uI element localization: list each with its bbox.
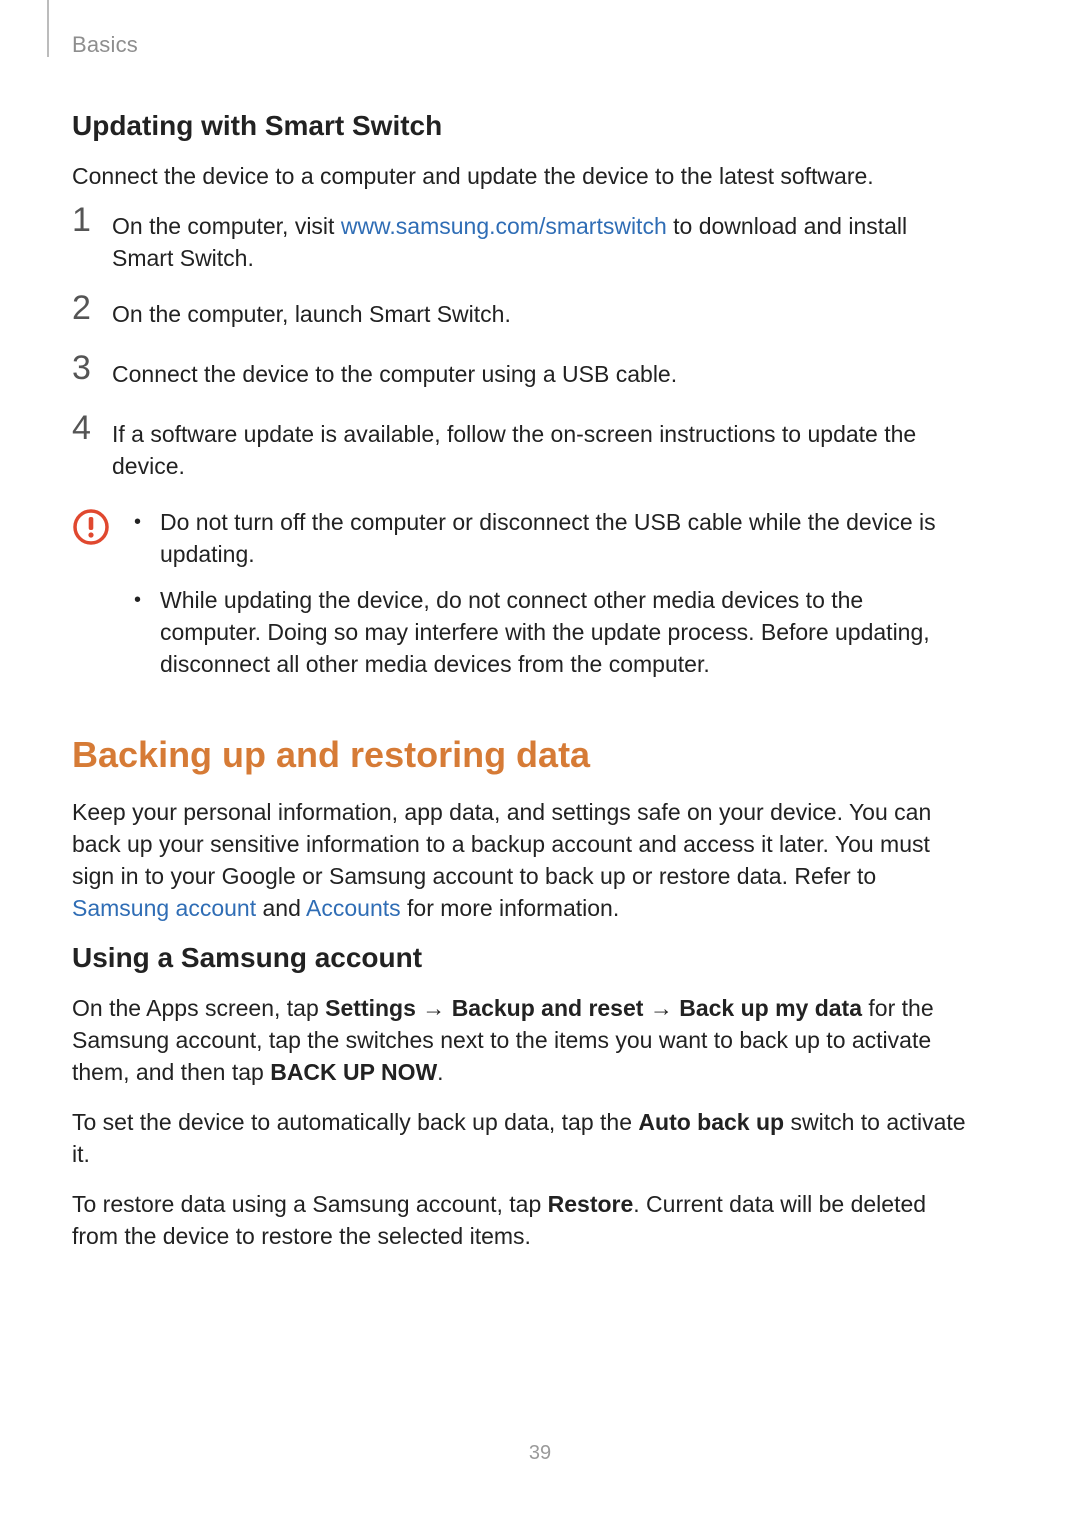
- ui-path-back-up-my-data: Back up my data: [679, 995, 862, 1021]
- heading-using-samsung-account: Using a Samsung account: [72, 942, 970, 974]
- accounts-link[interactable]: Accounts: [306, 895, 401, 921]
- header-accent-rule: [47, 0, 49, 57]
- sa1-text-a: On the Apps screen, tap: [72, 995, 325, 1021]
- page-content: Updating with Smart Switch Connect the d…: [72, 30, 970, 1252]
- sa1-text-c: .: [437, 1059, 443, 1085]
- heading-updating-smart-switch: Updating with Smart Switch: [72, 110, 970, 142]
- paragraph-smartswitch-intro: Connect the device to a computer and upd…: [72, 160, 970, 192]
- backup-intro-text-b: and: [256, 895, 306, 921]
- ui-path-restore: Restore: [548, 1191, 634, 1217]
- step-2: On the computer, launch Smart Switch.: [72, 298, 970, 334]
- caution-item-2: While updating the device, do not connec…: [140, 584, 970, 680]
- paragraph-samsung-2: To set the device to automatically back …: [72, 1106, 970, 1170]
- backup-intro-text-c: for more information.: [401, 895, 620, 921]
- ui-path-backup-reset: Backup and reset: [452, 995, 644, 1021]
- smartswitch-url-link[interactable]: www.samsung.com/smartswitch: [341, 213, 667, 239]
- ui-path-back-up-now: BACK UP NOW: [270, 1059, 437, 1085]
- paragraph-samsung-1: On the Apps screen, tap Settings → Backu…: [72, 992, 970, 1088]
- caution-item-1: Do not turn off the computer or disconne…: [140, 506, 970, 570]
- section-breadcrumb: Basics: [72, 32, 138, 58]
- paragraph-samsung-3: To restore data using a Samsung account,…: [72, 1188, 970, 1252]
- backup-intro-text-a: Keep your personal information, app data…: [72, 799, 931, 889]
- sa3-text-a: To restore data using a Samsung account,…: [72, 1191, 548, 1217]
- heading-backing-up: Backing up and restoring data: [72, 734, 970, 776]
- step-1: On the computer, visit www.samsung.com/s…: [72, 210, 970, 274]
- caution-block: Do not turn off the computer or disconne…: [72, 506, 970, 694]
- arrow-2: →: [643, 995, 679, 1021]
- step-3: Connect the device to the computer using…: [72, 358, 970, 394]
- caution-icon: [72, 506, 116, 546]
- ui-path-settings: Settings: [325, 995, 416, 1021]
- arrow-1: →: [416, 995, 452, 1021]
- step-1-text-a: On the computer, visit: [112, 213, 341, 239]
- caution-list: Do not turn off the computer or disconne…: [116, 506, 970, 694]
- sa2-text-a: To set the device to automatically back …: [72, 1109, 638, 1135]
- page-number: 39: [0, 1442, 1080, 1465]
- samsung-account-link[interactable]: Samsung account: [72, 895, 256, 921]
- ui-path-auto-back-up: Auto back up: [638, 1109, 784, 1135]
- paragraph-backup-intro: Keep your personal information, app data…: [72, 796, 970, 924]
- step-4: If a software update is available, follo…: [72, 418, 970, 482]
- manual-page: Basics Updating with Smart Switch Connec…: [0, 0, 1080, 1527]
- steps-list: On the computer, visit www.samsung.com/s…: [72, 210, 970, 482]
